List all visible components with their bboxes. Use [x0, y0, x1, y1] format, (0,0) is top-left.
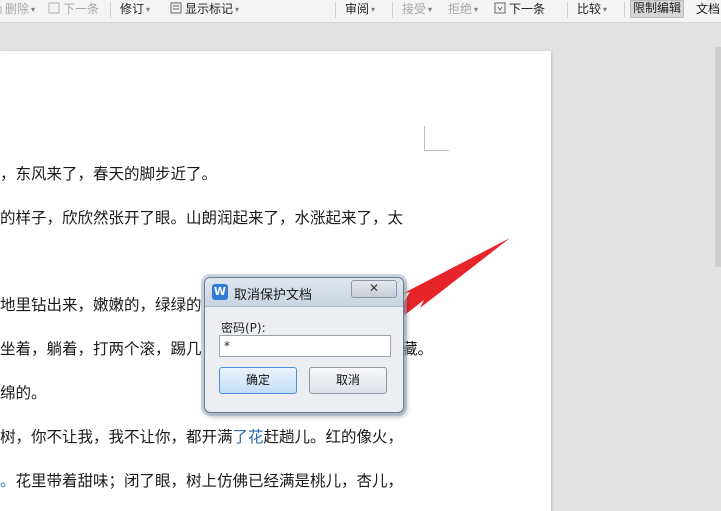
next-change-button[interactable]: 下一条 [494, 0, 545, 20]
wps-logo-icon: W [212, 284, 228, 300]
delete-comment-button[interactable]: 删除 ▾ [0, 0, 35, 20]
toolbar-separator [624, 2, 625, 18]
show-markup-button[interactable]: 显示标记 ▾ [170, 0, 239, 20]
dialog-titlebar[interactable]: W 取消保护文档 ✕ [205, 278, 403, 307]
close-button[interactable]: ✕ [351, 280, 397, 298]
review-button[interactable]: 审阅 ▾ [345, 0, 375, 20]
toolbar-separator [392, 2, 393, 18]
margin-corner-mark [424, 126, 449, 151]
doc-line-tail: 藏。 [402, 340, 434, 358]
unprotect-document-dialog: W 取消保护文档 ✕ 密码(P): * 确定 取消 [204, 277, 404, 413]
compare-button[interactable]: 比较 ▾ [577, 0, 607, 20]
doc-line: ，东风来了，春天的脚步近了。 [0, 165, 218, 183]
doc-line: 地里钻出来，嫩嫩的，绿绿的 [0, 296, 202, 314]
vertical-scrollbar[interactable] [715, 47, 721, 267]
toolbar-separator [335, 2, 336, 18]
toolbar-separator [110, 2, 111, 18]
doc-line: 的样子，欣欣然张开了眼。山朗润起来了，水涨起来了，太 [0, 209, 404, 227]
highlighted-text: 了花 [232, 428, 264, 446]
doc-line: 绵的。 [0, 384, 47, 402]
toolbar-separator [567, 2, 568, 18]
document-permissions-button[interactable]: 文档 [696, 0, 720, 20]
next-comment-icon [48, 1, 60, 19]
markup-icon [170, 1, 182, 19]
doc-line: 。花里带着甜味；闭了眼，树上仿佛已经满是桃儿，杏儿， [0, 472, 404, 490]
ok-button[interactable]: 确定 [219, 367, 297, 394]
next-comment-button[interactable]: 下一条 [48, 0, 99, 20]
doc-line: 坐着，躺着，打两个滚，踢几 [0, 340, 202, 358]
next-change-icon [494, 1, 506, 19]
close-icon: ✕ [368, 281, 380, 295]
password-label: 密码(P): [221, 321, 266, 335]
restrict-editing-button[interactable]: 限制编辑 [630, 0, 685, 18]
ribbon-toolbar: 删除 ▾ 下一条 修订 ▾ 显示标记 ▾ 审阅 ▾ 接受 ▾ 拒绝 ▾ 下一条 比较 ▾ 限制… [0, 0, 721, 23]
reject-button[interactable]: 拒绝 ▾ [448, 0, 478, 20]
track-changes-button[interactable]: 修订 ▾ [120, 0, 150, 20]
password-input[interactable]: * [219, 335, 391, 357]
cancel-button[interactable]: 取消 [309, 367, 387, 394]
accept-button[interactable]: 接受 ▾ [402, 0, 432, 20]
delete-icon [0, 1, 2, 19]
doc-line: 树，你不让我，我不让你，都开满了花赶趟儿。红的像火， [0, 428, 404, 446]
dialog-title: 取消保护文档 [234, 288, 313, 303]
